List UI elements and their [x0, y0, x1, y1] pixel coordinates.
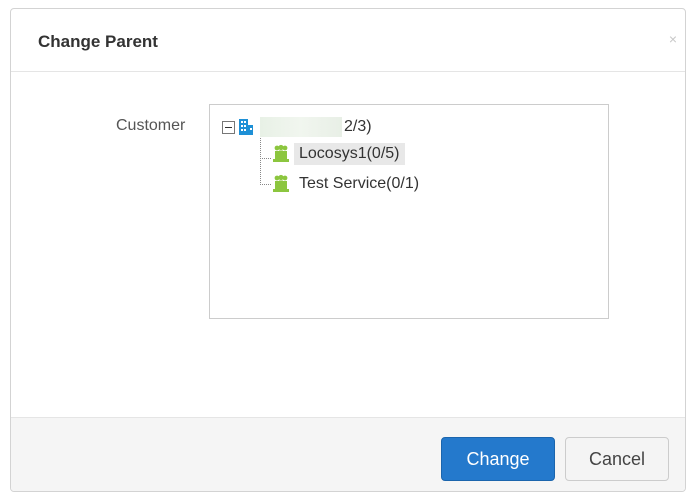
collapse-toggle-icon[interactable]	[222, 120, 235, 134]
tree-connector	[260, 158, 271, 185]
customer-tree[interactable]: 2/3) Locosys1(0/5) Test Service(0/1)	[209, 104, 609, 319]
tree-node-label: Test Service(0/1)	[299, 175, 420, 192]
tree-node-test-service[interactable]: Test Service(0/1)	[272, 174, 419, 194]
cancel-button[interactable]: Cancel	[565, 437, 669, 481]
close-icon[interactable]: ×	[669, 31, 677, 47]
dialog-header: Change Parent ×	[11, 9, 685, 72]
tree-node-locosys1[interactable]: Locosys1(0/5)	[272, 143, 405, 165]
redacted-name	[260, 117, 342, 137]
tree-connector	[260, 138, 271, 159]
root-node-label: 2/3)	[344, 118, 372, 135]
dialog-title: Change Parent	[38, 32, 158, 51]
change-parent-dialog: Change Parent × Customer 2/3) Locosys1(0…	[10, 8, 686, 492]
group-icon	[273, 144, 289, 162]
customer-label: Customer	[116, 117, 186, 134]
dialog-footer: Change Cancel	[11, 417, 685, 491]
building-icon	[239, 119, 253, 135]
tree-node-root[interactable]: 2/3)	[222, 117, 372, 137]
group-icon	[273, 174, 289, 192]
tree-node-label: Locosys1(0/5)	[294, 143, 405, 165]
change-button[interactable]: Change	[441, 437, 555, 481]
